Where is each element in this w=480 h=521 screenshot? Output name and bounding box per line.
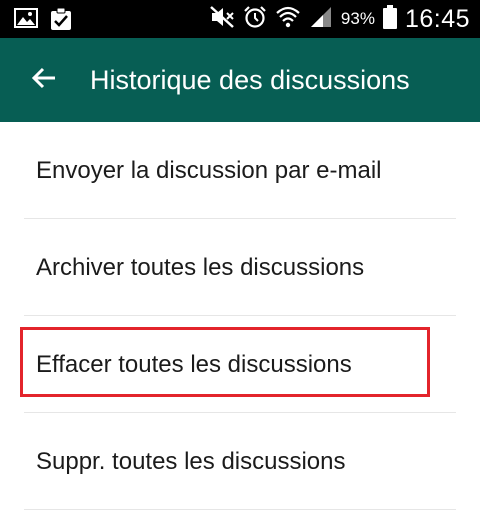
menu-item-label: Effacer toutes les discussions xyxy=(36,351,352,378)
menu-list: Envoyer la discussion par e-mail Archive… xyxy=(0,122,480,510)
back-button[interactable] xyxy=(22,58,66,102)
alarm-icon xyxy=(243,5,267,34)
menu-item-label: Envoyer la discussion par e-mail xyxy=(36,157,382,184)
battery-percent: 93% xyxy=(340,9,375,28)
clock: 16:45 xyxy=(404,4,470,33)
clipboard-check-icon xyxy=(50,7,72,36)
menu-item-delete-all[interactable]: Suppr. toutes les discussions xyxy=(24,413,456,510)
mute-icon xyxy=(209,5,235,34)
battery-icon xyxy=(382,4,397,34)
app-toolbar: Historique des discussions xyxy=(0,38,480,122)
signal-icon xyxy=(309,5,333,34)
arrow-left-icon xyxy=(31,65,57,96)
status-bar: 93% 16:45 xyxy=(0,0,480,38)
menu-item-email-chat[interactable]: Envoyer la discussion par e-mail xyxy=(24,122,456,219)
page-title: Historique des discussions xyxy=(90,65,410,95)
menu-item-clear-all[interactable]: Effacer toutes les discussions xyxy=(24,316,456,413)
image-icon xyxy=(14,7,38,36)
menu-item-archive-all[interactable]: Archiver toutes les discussions xyxy=(24,219,456,316)
wifi-icon xyxy=(275,5,301,34)
menu-item-label: Suppr. toutes les discussions xyxy=(36,448,346,475)
menu-item-label: Archiver toutes les discussions xyxy=(36,254,365,281)
